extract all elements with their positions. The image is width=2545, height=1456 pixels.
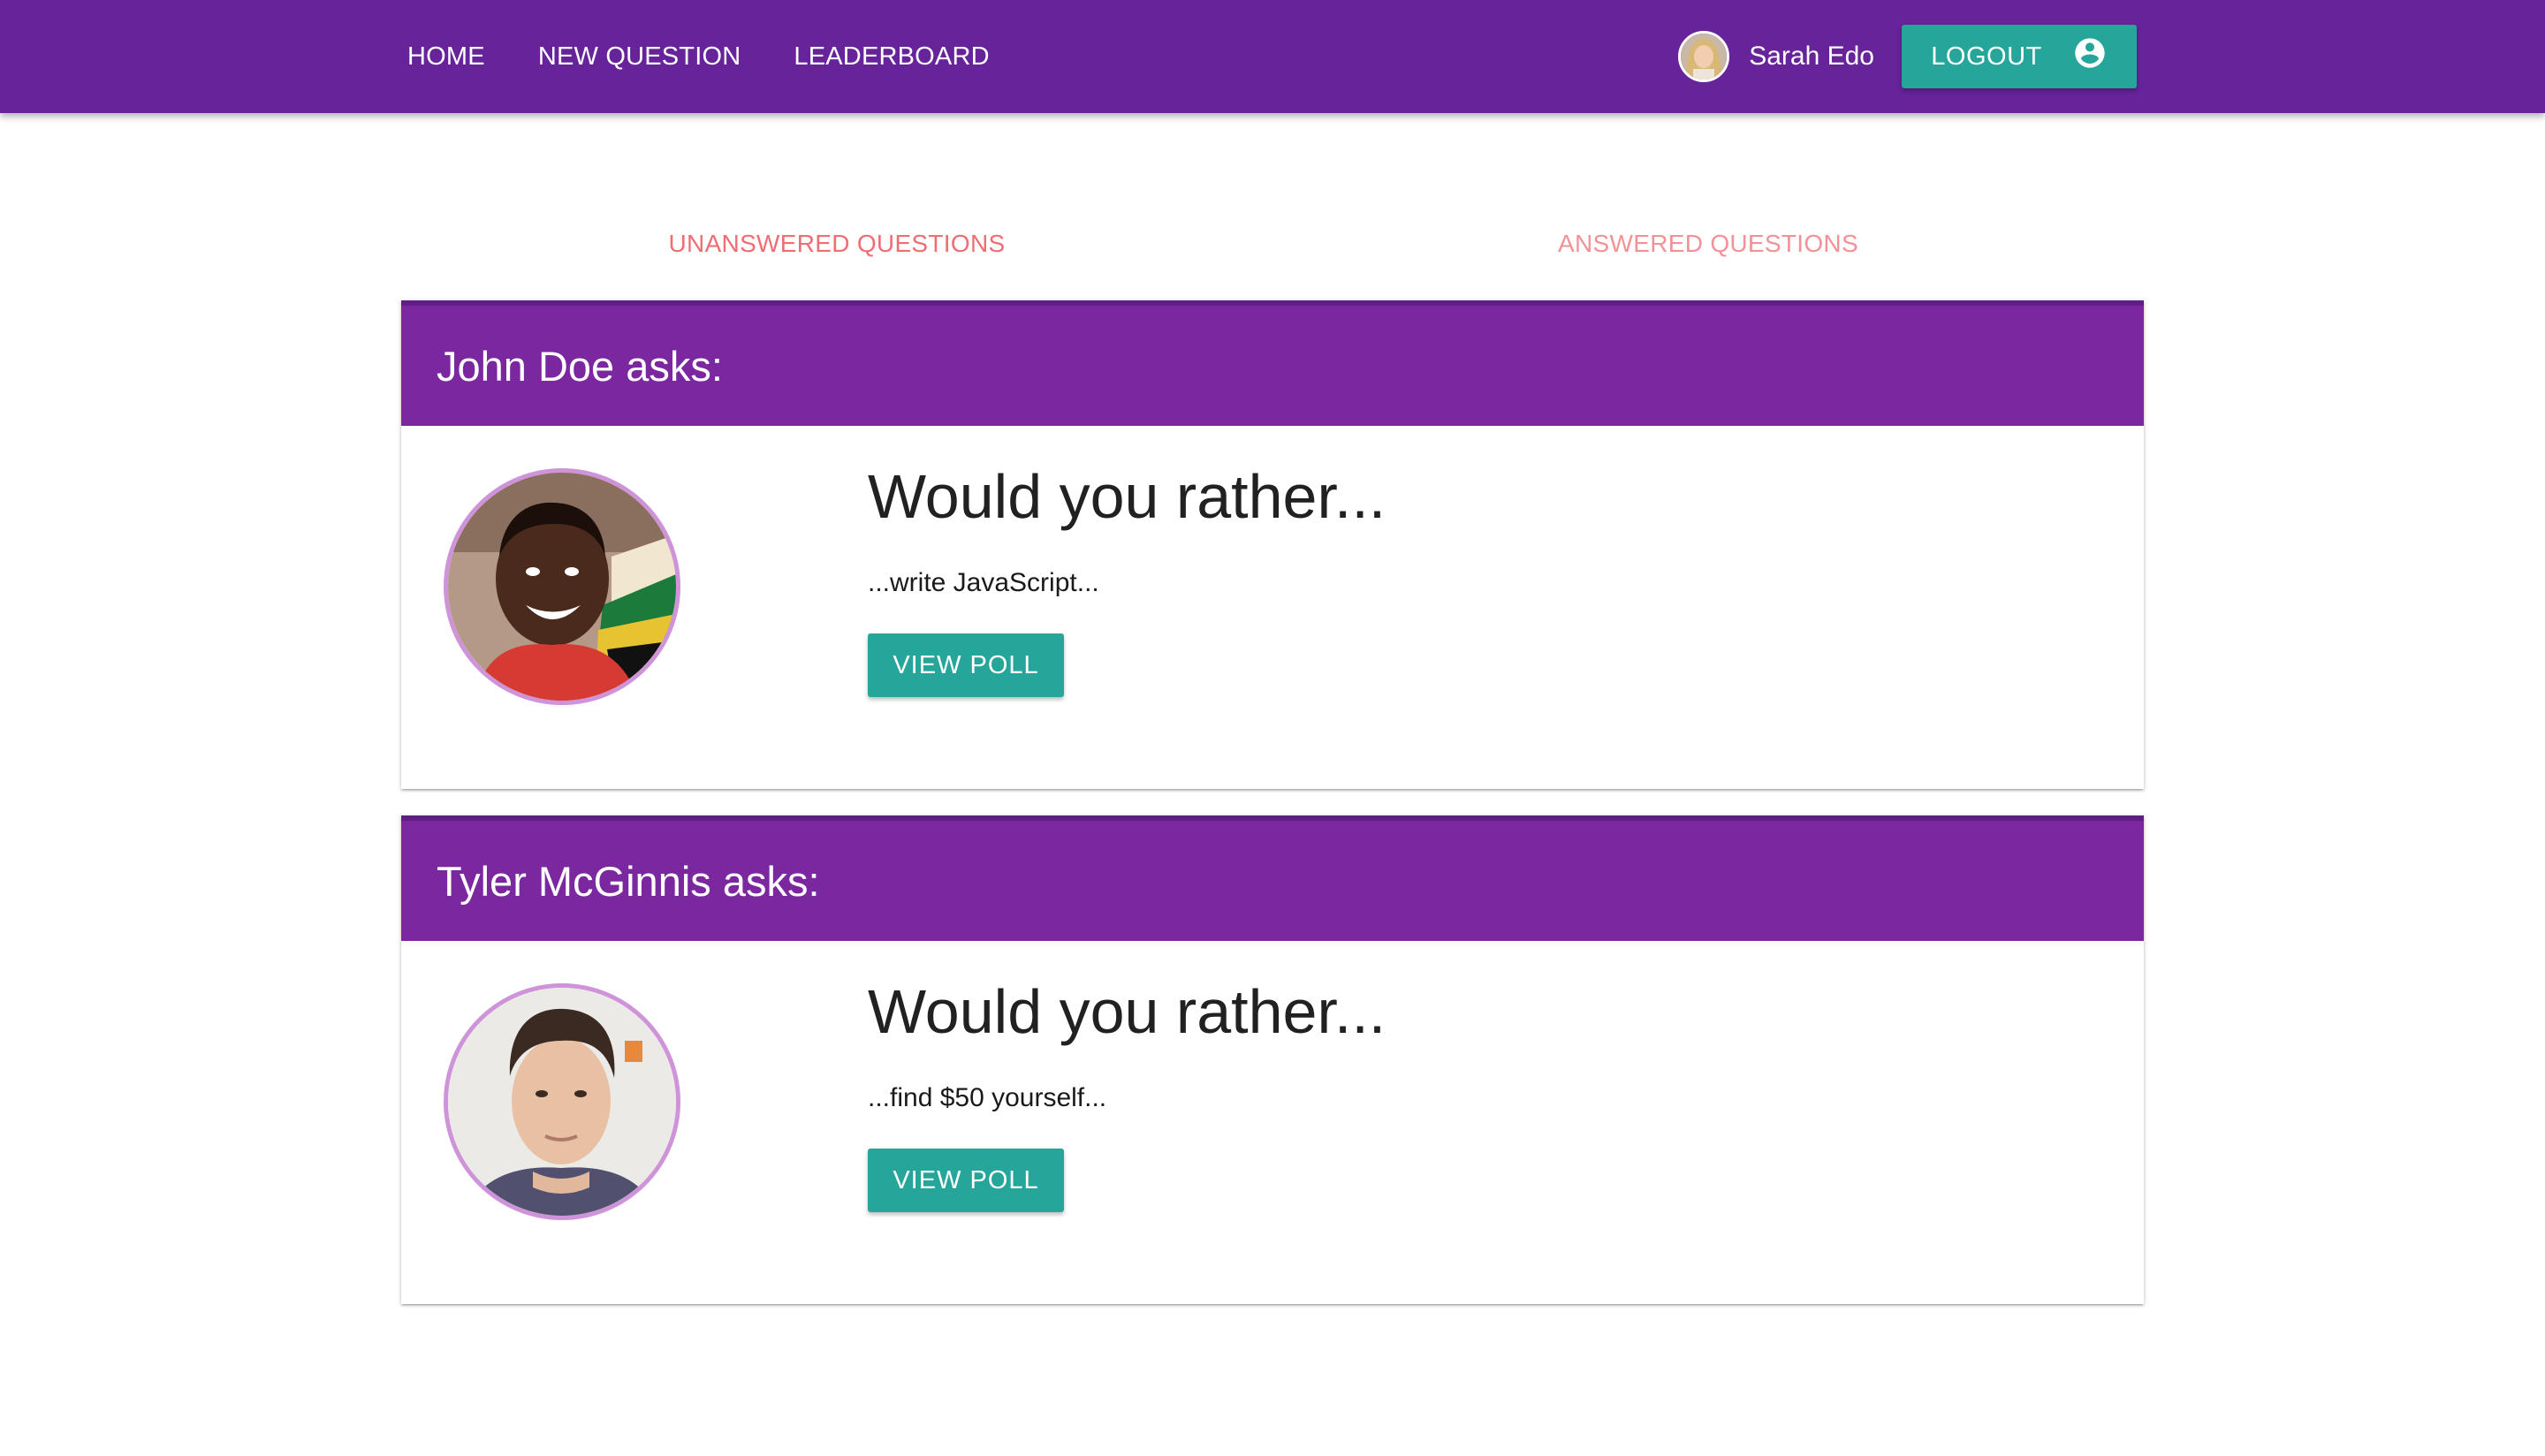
question-option: ...write JavaScript... <box>868 568 1099 597</box>
question-list: John Doe asks: Would you rather... ...wr… <box>401 300 2144 1331</box>
asker-name: John Doe asks: <box>437 342 723 390</box>
card-body: Would you rather... ...find $50 yourself… <box>401 941 2144 1304</box>
user-name: Sarah Edo <box>1749 42 1874 71</box>
question-card: Tyler McGinnis asks: Would you rather... <box>401 815 2144 1304</box>
question-option: ...find $50 yourself... <box>868 1083 1107 1112</box>
card-body: Would you rather... ...write JavaScript.… <box>401 426 2144 789</box>
tab-unanswered[interactable]: UNANSWERED QUESTIONS <box>401 201 1272 286</box>
view-poll-button[interactable]: VIEW POLL <box>868 633 1064 697</box>
question-title: Would you rather... <box>868 977 1386 1046</box>
top-navbar: HOME NEW QUESTION LEADERBOARD Sarah Edo … <box>0 0 2545 113</box>
author-avatar <box>444 983 680 1220</box>
tab-answered[interactable]: ANSWERED QUESTIONS <box>1272 201 2144 286</box>
account-circle-icon <box>2072 35 2108 78</box>
question-content: Would you rather... ...find $50 yourself… <box>868 978 1386 1212</box>
question-content: Would you rather... ...write JavaScript.… <box>868 463 1386 697</box>
nav-new-question-link[interactable]: NEW QUESTION <box>538 42 741 72</box>
nav-user-area: Sarah Edo LOGOUT <box>1678 0 2137 113</box>
card-header: Tyler McGinnis asks: <box>401 821 2144 941</box>
card-header: John Doe asks: <box>401 306 2144 426</box>
question-title: Would you rather... <box>868 462 1386 531</box>
view-poll-button[interactable]: VIEW POLL <box>868 1149 1064 1212</box>
question-tabs: UNANSWERED QUESTIONS ANSWERED QUESTIONS <box>401 201 2144 286</box>
asker-name: Tyler McGinnis asks: <box>437 857 820 905</box>
question-card: John Doe asks: Would you rather... ...wr… <box>401 300 2144 789</box>
logout-button[interactable]: LOGOUT <box>1902 25 2137 88</box>
nav-links: HOME NEW QUESTION LEADERBOARD <box>407 0 1043 113</box>
user-avatar <box>1678 31 1730 82</box>
author-avatar <box>444 468 680 705</box>
nav-home-link[interactable]: HOME <box>407 42 485 72</box>
logout-label: LOGOUT <box>1931 42 2042 71</box>
nav-leaderboard-link[interactable]: LEADERBOARD <box>794 42 989 72</box>
